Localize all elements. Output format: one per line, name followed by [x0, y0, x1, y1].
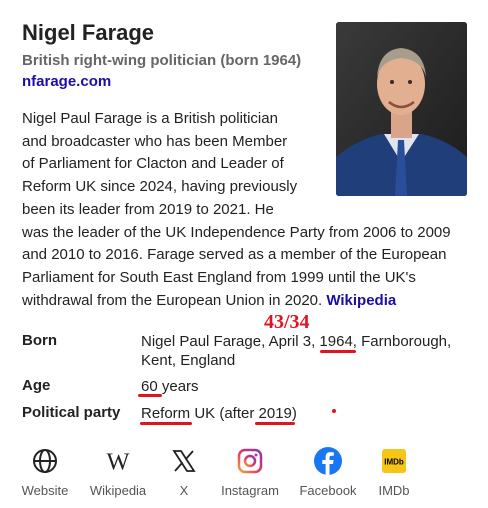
- knowledge-panel: Nigel Farage British right-wing politici…: [0, 0, 488, 508]
- underline-party: [140, 422, 192, 425]
- political-party-value[interactable]: Reform UK (after 2019): [141, 404, 471, 423]
- instagram-link-button[interactable]: Instagram: [210, 446, 290, 498]
- wikipedia-icon: W: [103, 446, 133, 476]
- website-link[interactable]: nfarage.com: [22, 73, 111, 90]
- annotation-dot: [332, 409, 336, 413]
- born-label: Born: [22, 332, 57, 349]
- underline-year: [320, 350, 356, 353]
- age-label: Age: [22, 377, 51, 394]
- wikipedia-source-link[interactable]: Wikipedia: [326, 292, 396, 309]
- imdb-icon: IMDb: [379, 446, 409, 476]
- link-label-imdb: IMDb: [378, 483, 410, 498]
- link-label-website: Website: [21, 483, 69, 498]
- age-value: 60 years: [141, 378, 199, 395]
- description: Nigel Paul Farage is a British politicia…: [22, 108, 462, 312]
- svg-text:IMDb: IMDb: [384, 458, 404, 467]
- photo-spacer: [302, 108, 462, 208]
- link-label-instagram: Instagram: [221, 483, 279, 498]
- globe-icon: [30, 446, 60, 476]
- political-party-label: Political party: [22, 404, 121, 421]
- x-icon: [169, 446, 199, 476]
- website-link-button[interactable]: Website: [5, 446, 85, 498]
- subtitle: British right-wing politician (born 1964…: [22, 52, 302, 69]
- handwritten-score: 43/34: [264, 311, 310, 333]
- underline-age: [138, 394, 162, 397]
- facebook-icon: [313, 446, 343, 476]
- page-title: Nigel Farage: [22, 20, 155, 45]
- born-value: Nigel Paul Farage, April 3, 1964, Farnbo…: [141, 333, 452, 369]
- instagram-icon: [235, 446, 265, 476]
- social-links: Website W Wikipedia X Instagram Facebook…: [0, 446, 488, 506]
- underline-party-year: [255, 422, 295, 425]
- svg-text:W: W: [107, 448, 130, 474]
- imdb-link-button[interactable]: IMDb IMDb: [354, 446, 434, 498]
